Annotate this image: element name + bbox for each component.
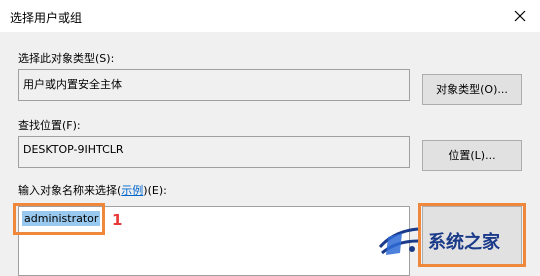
object-types-button[interactable]: 对象类型(O)... [422, 74, 522, 105]
close-icon [514, 10, 526, 22]
window-title: 选择用户或组 [10, 11, 83, 25]
object-names-label-prefix: 输入对象名称来选择( [18, 184, 122, 197]
close-button[interactable] [500, 0, 540, 32]
annotation-step-number: 1 [112, 211, 123, 229]
object-names-label: 输入对象名称来选择(示例)(E): [18, 182, 167, 198]
object-type-value: 用户或内置安全主体 [23, 78, 122, 91]
watermark-text: 系统之家 [428, 232, 500, 253]
object-type-field: 用户或内置安全主体 [18, 69, 410, 101]
location-field: DESKTOP-9IHTCLR [18, 136, 410, 168]
locations-button[interactable]: 位置(L)... [422, 140, 522, 171]
location-value: DESKTOP-9IHTCLR [23, 143, 124, 156]
watermark: 系统之家 [372, 222, 537, 262]
location-label: 查找位置(F): [18, 119, 81, 132]
examples-link[interactable]: 示例 [121, 184, 143, 197]
title-bar: 选择用户或组 [0, 0, 540, 32]
annotation-highlight-input [13, 203, 105, 235]
object-type-label: 选择此对象类型(S): [18, 52, 115, 65]
object-names-label-suffix: )(E): [143, 184, 167, 197]
watermark-logo-icon [378, 227, 419, 255]
